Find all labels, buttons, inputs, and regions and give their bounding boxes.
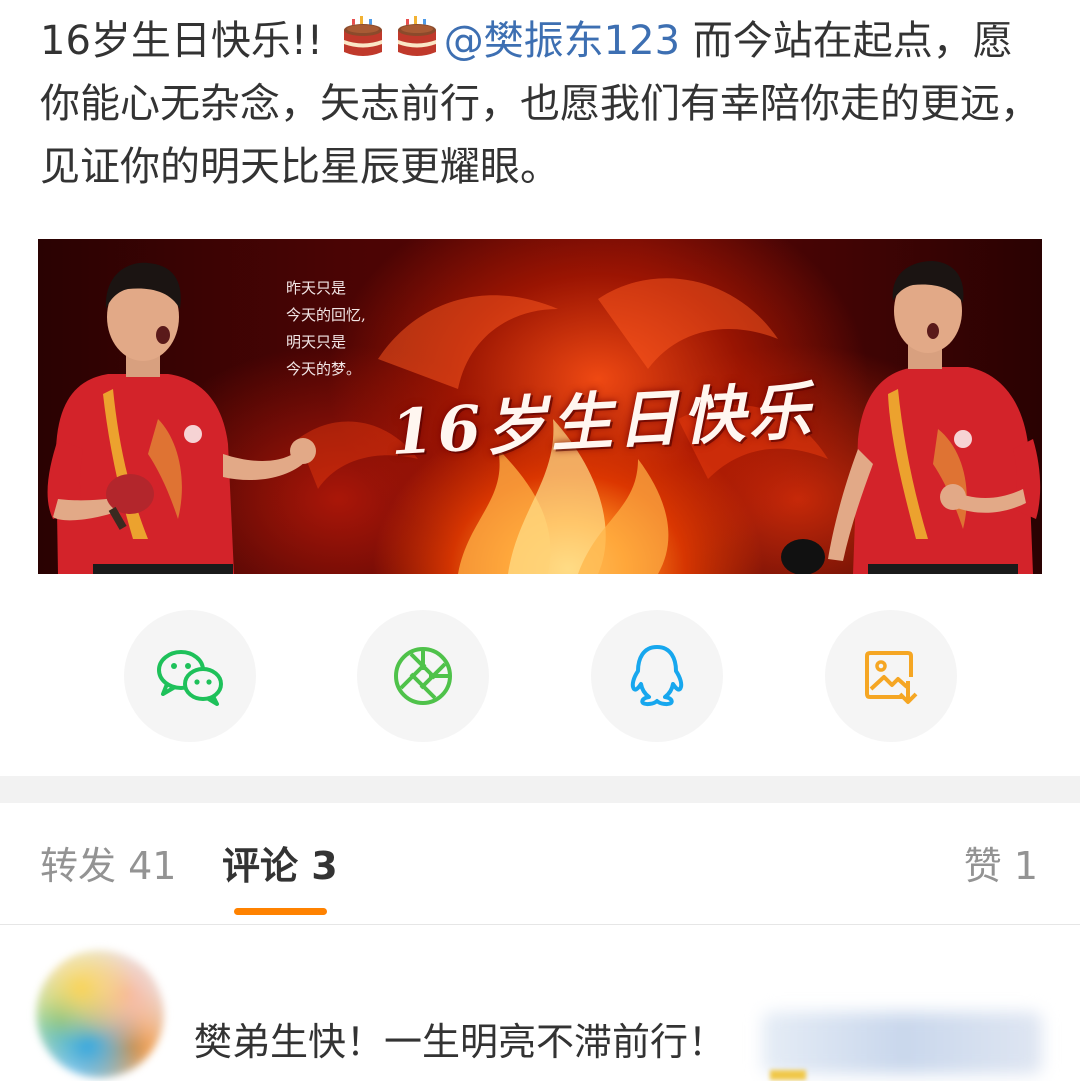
comment-text: 樊弟生快！一生明亮不滞前行！ [194,1020,727,1064]
poem-line: 今天的梦。 [286,360,362,378]
post-text: 16岁生日快乐!! @樊振东123 而今站在起点，愿你能心无杂念，矢志前行，也愿… [40,10,1050,199]
share-qq-button[interactable] [591,610,723,742]
comment-username-blurred[interactable] [192,952,417,988]
moments-icon [394,647,452,705]
poem-line: 今天的回忆, [286,306,366,324]
user-mention-link[interactable]: @樊振东123 [444,18,680,64]
avatar[interactable] [36,950,164,1078]
section-divider [0,776,1080,803]
poem-line: 昨天只是 [286,279,347,297]
birthday-cake-icon [394,14,440,60]
save-image-icon [865,651,918,704]
qq-icon [630,645,684,707]
player-left [47,262,316,574]
share-wechat-button[interactable] [124,610,256,742]
post-image[interactable]: 昨天只是 今天的回忆, 明天只是 今天的梦。 16岁生日快乐 [38,239,1042,574]
tabs-divider [0,924,1080,925]
post-text-start: 16岁生日快乐!! [40,18,336,64]
active-tab-indicator [234,908,327,915]
tab-likes[interactable]: 赞 1 [964,842,1038,890]
tab-reposts[interactable]: 转发 41 [40,842,176,890]
comment-blurred-emoji [770,1070,806,1080]
share-moments-button[interactable] [357,610,489,742]
poem-line: 明天只是 [286,333,347,351]
banner-poem: 昨天只是 今天的回忆, 明天只是 今天的梦。 [286,275,366,383]
birthday-cake-icon [340,14,386,60]
player-right [781,261,1041,574]
comment-blurred-content [762,1012,1042,1074]
wechat-icon [157,650,223,706]
save-image-button[interactable] [825,610,957,742]
tab-comments[interactable]: 评论 3 [222,842,338,890]
